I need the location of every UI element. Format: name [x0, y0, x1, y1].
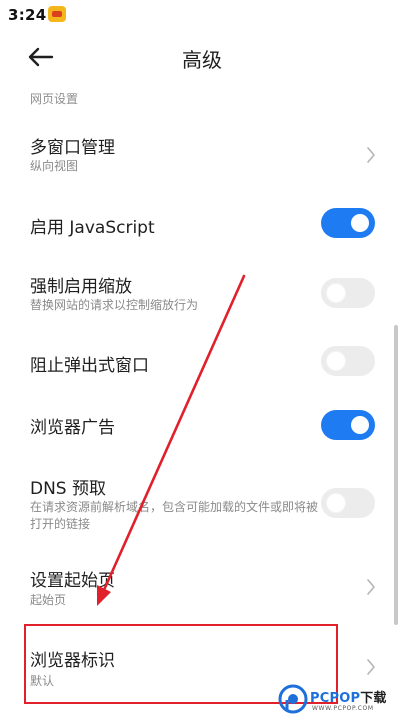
page-title: 高级	[182, 48, 222, 72]
chevron-right-icon	[367, 659, 375, 675]
header: 高级	[0, 30, 404, 84]
force-zoom-toggle[interactable]	[321, 278, 375, 308]
toggle-knob	[351, 214, 369, 232]
section-header-web-settings: 网页设置	[30, 92, 79, 106]
scrollbar[interactable]	[394, 325, 398, 625]
settings-row-multi-window[interactable]: 多窗口管理 纵向视图	[0, 122, 404, 186]
row-title: 强制启用缩放	[30, 277, 132, 297]
settings-row-browser-ads: 浏览器广告	[0, 398, 404, 454]
row-subtitle: 起始页	[30, 593, 67, 607]
toggle-knob	[351, 416, 369, 434]
settings-row-block-popups: 阻止弹出式窗口	[0, 334, 404, 390]
toggle-knob	[327, 352, 345, 370]
watermark-brand: PCPOP下载	[310, 691, 387, 706]
notification-app-icon	[48, 6, 66, 22]
toggle-knob	[327, 494, 345, 512]
watermark-download: 下载	[360, 691, 387, 706]
row-title: 浏览器广告	[30, 418, 115, 438]
settings-row-dns-prefetch: DNS 预取 在请求资源前解析域名，包含可能加载的文件或即将被打开的链接	[0, 466, 404, 542]
settings-row-enable-javascript: 启用 JavaScript	[0, 196, 404, 252]
pcpop-logo-icon	[278, 684, 308, 714]
row-title: 多窗口管理	[30, 138, 115, 158]
row-subtitle: 纵向视图	[30, 159, 79, 173]
chevron-right-icon	[367, 579, 375, 595]
status-time: 3:24	[8, 6, 47, 24]
pcpop-watermark: PCPOP下载 WWW.PCPOP.COM	[278, 684, 402, 718]
block-popups-toggle[interactable]	[321, 346, 375, 376]
row-title: 设置起始页	[30, 571, 115, 591]
row-title: DNS 预取	[30, 479, 107, 499]
row-title: 启用 JavaScript	[30, 218, 155, 238]
row-subtitle: 在请求资源前解析域名，包含可能加载的文件或即将被打开的链接	[30, 500, 319, 531]
dns-prefetch-toggle[interactable]	[321, 488, 375, 518]
row-subtitle: 替换网站的请求以控制缩放行为	[30, 298, 199, 312]
chevron-right-icon	[367, 147, 375, 163]
settings-row-force-zoom: 强制启用缩放 替换网站的请求以控制缩放行为	[0, 262, 404, 328]
status-bar: 3:24	[0, 0, 404, 30]
javascript-toggle[interactable]	[321, 208, 375, 238]
browser-ads-toggle[interactable]	[321, 410, 375, 440]
watermark-url: WWW.PCPOP.COM	[312, 705, 374, 712]
toggle-knob	[327, 284, 345, 302]
row-title: 阻止弹出式窗口	[30, 356, 149, 376]
settings-row-start-page[interactable]: 设置起始页 起始页	[0, 556, 404, 618]
